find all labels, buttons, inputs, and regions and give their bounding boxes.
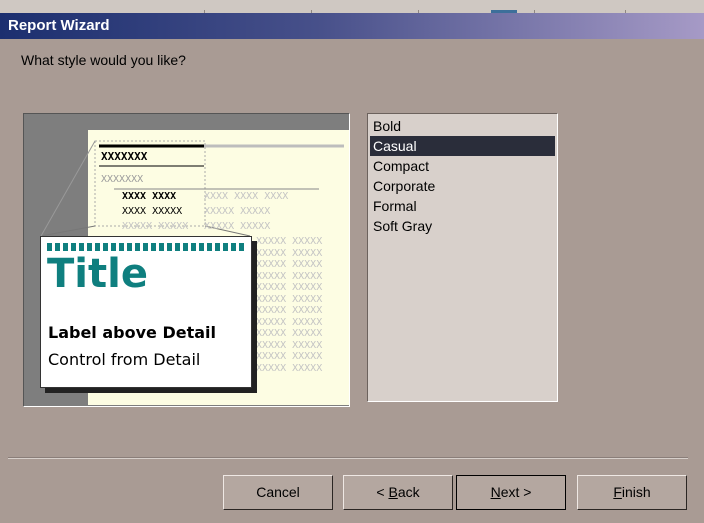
style-item-bold[interactable]: Bold	[370, 116, 555, 136]
title-stripe	[47, 243, 245, 251]
style-item-formal[interactable]: Formal	[370, 196, 555, 216]
style-item-corporate[interactable]: Corporate	[370, 176, 555, 196]
style-item-compact[interactable]: Compact	[370, 156, 555, 176]
background-window-strip	[0, 0, 704, 13]
preview-column-heads-faded: XXXX XXXX XXXX	[204, 191, 289, 202]
button-separator	[8, 457, 688, 459]
finish-button[interactable]: Finish	[577, 475, 687, 510]
preview-detail-row: XXXX XXXXX	[122, 206, 183, 217]
style-preview: XXXXXXX XXXXXXX XXXX XXXX XXXX XXXX XXXX…	[23, 113, 350, 407]
preview-detail-row: XXXXX XXXXX	[122, 221, 189, 232]
next-button[interactable]: Next >	[456, 475, 566, 510]
preview-control-text: Control from Detail	[48, 350, 201, 369]
preview-label-text: Label above Detail	[48, 323, 216, 342]
back-button[interactable]: < Back	[343, 475, 453, 510]
cancel-button[interactable]: Cancel	[223, 475, 333, 510]
preview-group-header: XXXXXXX	[101, 150, 148, 163]
preview-column-heads: XXXX XXXX	[122, 191, 177, 202]
preview-detail-rows-faded: XXXXX XXXXX XXXXX XXXXX XXXXX XXXXX XXXXX X…	[256, 236, 323, 374]
title-bar: Report Wizard	[0, 13, 704, 39]
report-wizard-window: Report Wizard What style would you like?…	[0, 0, 704, 523]
preview-subheader: XXXXXXX	[101, 174, 144, 185]
preview-zoom-card: Title Label above Detail Control from De…	[40, 236, 252, 388]
style-item-casual[interactable]: Casual	[370, 136, 555, 156]
preview-detail-row-faded: XXXXX XXXXX	[204, 206, 271, 217]
style-listbox[interactable]: Bold Casual Compact Corporate Formal Sof…	[367, 113, 558, 402]
style-prompt: What style would you like?	[21, 52, 186, 68]
preview-detail-row-faded: XXXXX XXXXX	[204, 221, 271, 232]
window-title: Report Wizard	[8, 17, 110, 34]
preview-title: Title	[47, 251, 148, 297]
style-item-soft-gray[interactable]: Soft Gray	[370, 216, 555, 236]
